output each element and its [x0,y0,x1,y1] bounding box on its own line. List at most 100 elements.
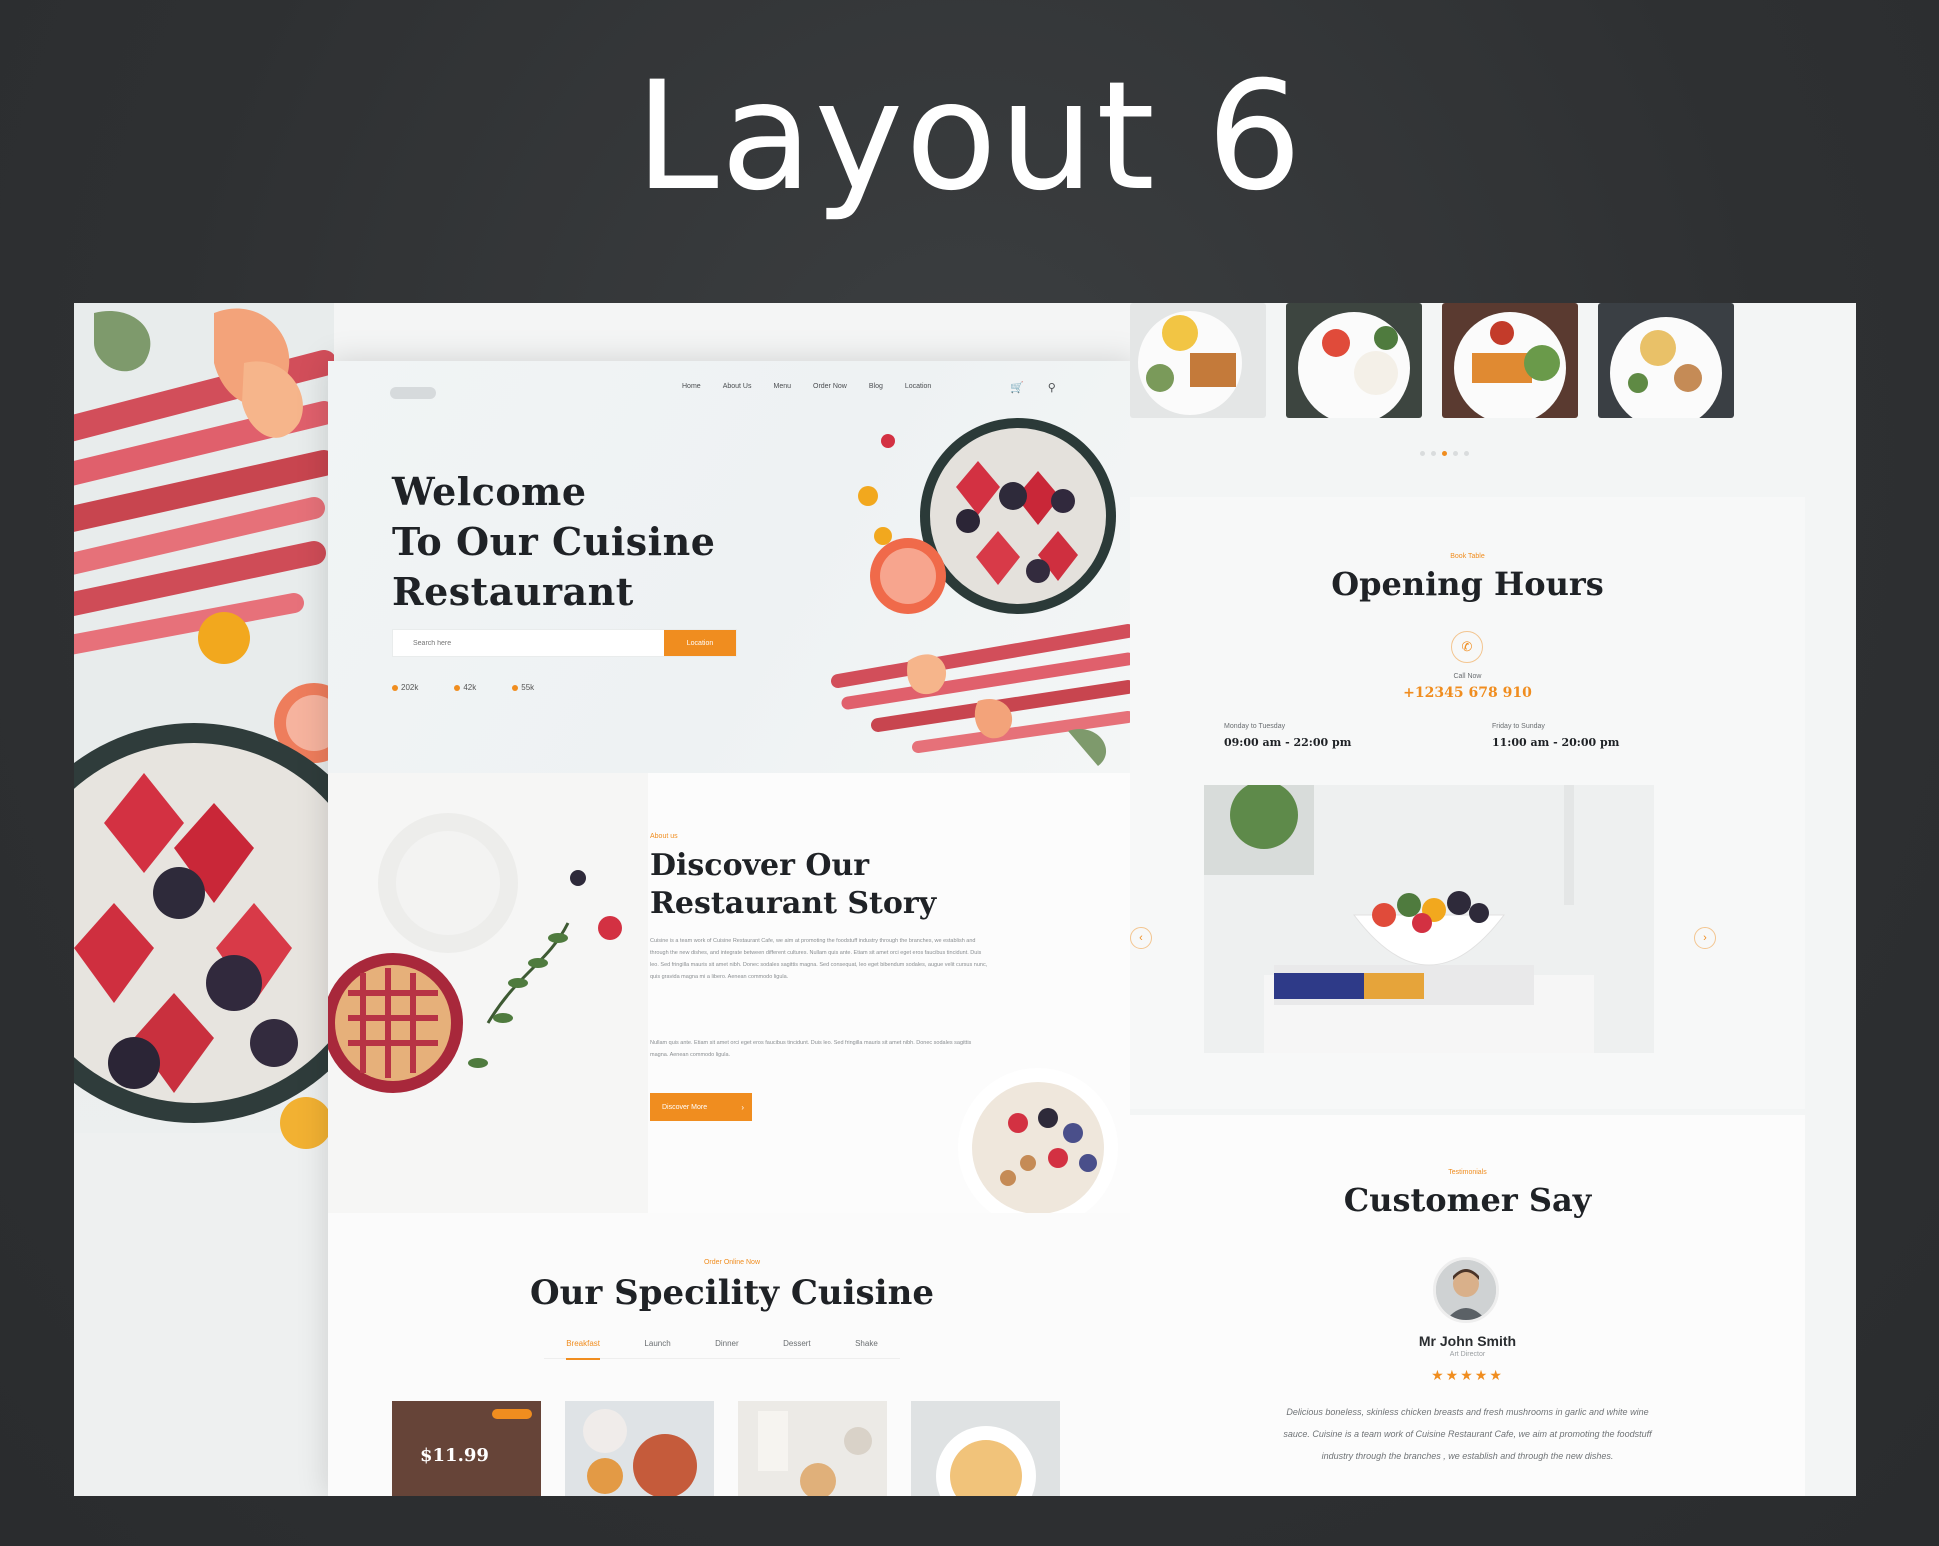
carousel-dot[interactable] [1442,451,1447,456]
specialty-section: Order Online Now Our Specility Cuisine B… [328,1213,1136,1496]
tab-breakfast[interactable]: Breakfast [566,1339,600,1360]
gallery-thumb[interactable] [1442,303,1578,418]
avatar [1433,1257,1499,1323]
rhubarb-berries-illustration [74,303,394,1496]
hours-slot: Friday to Sunday 11:00 am - 20:00 pm [1492,723,1619,749]
person-icon [1436,1260,1496,1320]
carousel-dot[interactable] [1464,451,1469,456]
next-arrow-icon[interactable]: › [1694,927,1716,949]
carousel-dot[interactable] [1420,451,1425,456]
about-oatmeal-image [958,1068,1118,1213]
gallery-thumb[interactable] [1598,303,1734,418]
hero-title-line: Welcome [392,469,587,514]
specialty-title: Our Specility Cuisine [530,1273,934,1313]
nav-link-menu[interactable]: Menu [773,383,791,390]
dish-card[interactable] [738,1401,887,1496]
twitter-icon [454,684,461,691]
site-logo[interactable] [390,387,436,399]
about-section: About us Discover Our Restaurant Story C… [328,773,1136,1213]
quote-line: industry through the branches , we estab… [1321,1451,1614,1461]
dish-card[interactable] [565,1401,714,1496]
nav-link-home[interactable]: Home [682,383,701,390]
call-now-label: Call Now [1453,673,1482,680]
hours-kicker: Book Table [1450,553,1485,560]
slot-days: Monday to Tuesday [1224,723,1286,730]
dish-image [1286,303,1422,418]
nav-links: Home About Us Menu Order Now Blog Locati… [682,383,931,390]
nav-link-about[interactable]: About Us [723,383,752,390]
stat-item: 55k [512,683,534,692]
search-icon[interactable]: ⚲ [1048,381,1056,394]
dish-image [1130,303,1266,418]
about-kicker: About us [650,833,678,840]
testimonials-title: Customer Say [1343,1181,1592,1219]
tab-shake[interactable]: Shake [855,1339,878,1348]
menu-tabs: Breakfast Launch Dinner Dessert Shake [544,1339,900,1360]
social-stats: 202k 42k 55k [392,683,534,692]
carousel-dot[interactable] [1431,451,1436,456]
slide-title: Layout 6 [634,50,1305,224]
dish-image [911,1401,1060,1496]
testimonials-section: Testimonials Customer Say Mr John Smith … [1130,1115,1805,1496]
tab-launch[interactable]: Launch [644,1339,670,1348]
nav-link-order[interactable]: Order Now [813,383,847,390]
hero-title-line: Restaurant [392,569,634,614]
phone-number[interactable]: +12345 678 910 [1130,685,1805,701]
hours-title: Opening Hours [1331,565,1604,603]
about-paragraph: Nullam quis ante. Etiam sit amet orci eg… [650,1040,972,1058]
instagram-icon [512,684,519,691]
dish-card[interactable] [911,1401,1060,1496]
star-rating: ★★★★★ [1431,1367,1504,1383]
about-paragraph: Cuisine is a team work of Cuisine Restau… [650,938,988,980]
gallery-thumb[interactable] [1130,303,1266,418]
salad-bowl-image [1204,785,1654,1053]
stat-item: 42k [454,683,476,692]
hero-title: Welcome To Our Cuisine Restaurant [392,467,715,617]
tab-dinner[interactable]: Dinner [715,1339,739,1348]
discover-more-button[interactable]: Discover More › [650,1093,752,1121]
quote-line: sauce. Cuisine is a team work of Cuisine… [1283,1429,1652,1439]
nav-link-location[interactable]: Location [905,383,931,390]
background-food-photo [74,303,394,1496]
testimonials-kicker: Testimonials [1448,1169,1487,1176]
hero-search-bar: Location [392,629,737,657]
facebook-icon [392,684,398,691]
dish-card[interactable]: $11.99 [392,1401,541,1496]
carousel-dot[interactable] [1453,451,1458,456]
mockup-stage: Home About Us Menu Order Now Blog Locati… [74,303,1856,1496]
inner-page-mockup: Book Table Opening Hours ✆ Call Now +123… [1130,303,1856,1496]
carousel-dots [1420,451,1469,456]
about-pie-image [328,773,648,1213]
prev-arrow-icon[interactable]: ‹ [1130,927,1152,949]
specialty-kicker: Order Online Now [703,1259,761,1266]
search-input[interactable] [393,630,664,656]
gallery-thumbnails [1130,303,1734,418]
restaurant-photo [1204,785,1654,1053]
gallery-thumb[interactable] [1286,303,1422,418]
quote-line: Delicious boneless, skinless chicken bre… [1286,1407,1649,1417]
dish-image [565,1401,714,1496]
dish-image [738,1401,887,1496]
slot-time: 11:00 am - 20:00 pm [1492,736,1620,749]
homepage-mockup: Home About Us Menu Order Now Blog Locati… [328,361,1136,1496]
about-title-line: Restaurant Story [650,886,937,921]
hours-slot: Monday to Tuesday 09:00 am - 22:00 pm [1224,723,1351,749]
top-nav: Home About Us Menu Order Now Blog Locati… [328,373,1136,403]
location-button[interactable]: Location [664,630,736,656]
dish-image [1442,303,1578,418]
chevron-right-icon: › [741,1102,744,1112]
phone-icon: ✆ [1451,631,1483,663]
opening-hours-section: Book Table Opening Hours ✆ Call Now +123… [1130,497,1805,1109]
tab-dessert[interactable]: Dessert [783,1339,811,1348]
reviewer-role: Art Director [1449,1351,1486,1358]
slot-time: 09:00 am - 22:00 pm [1224,736,1352,749]
dish-image [1598,303,1734,418]
stat-item: 202k [392,683,418,692]
nav-icons: 🛒 ⚲ [1010,381,1056,394]
about-title: Discover Our Restaurant Story [650,847,936,923]
hero-berries-image [831,418,1135,766]
cart-icon[interactable]: 🛒 [1010,381,1024,394]
nav-link-blog[interactable]: Blog [869,383,883,390]
dish-cards: $11.99 [392,1401,1060,1496]
slot-days: Friday to Sunday [1492,723,1545,730]
